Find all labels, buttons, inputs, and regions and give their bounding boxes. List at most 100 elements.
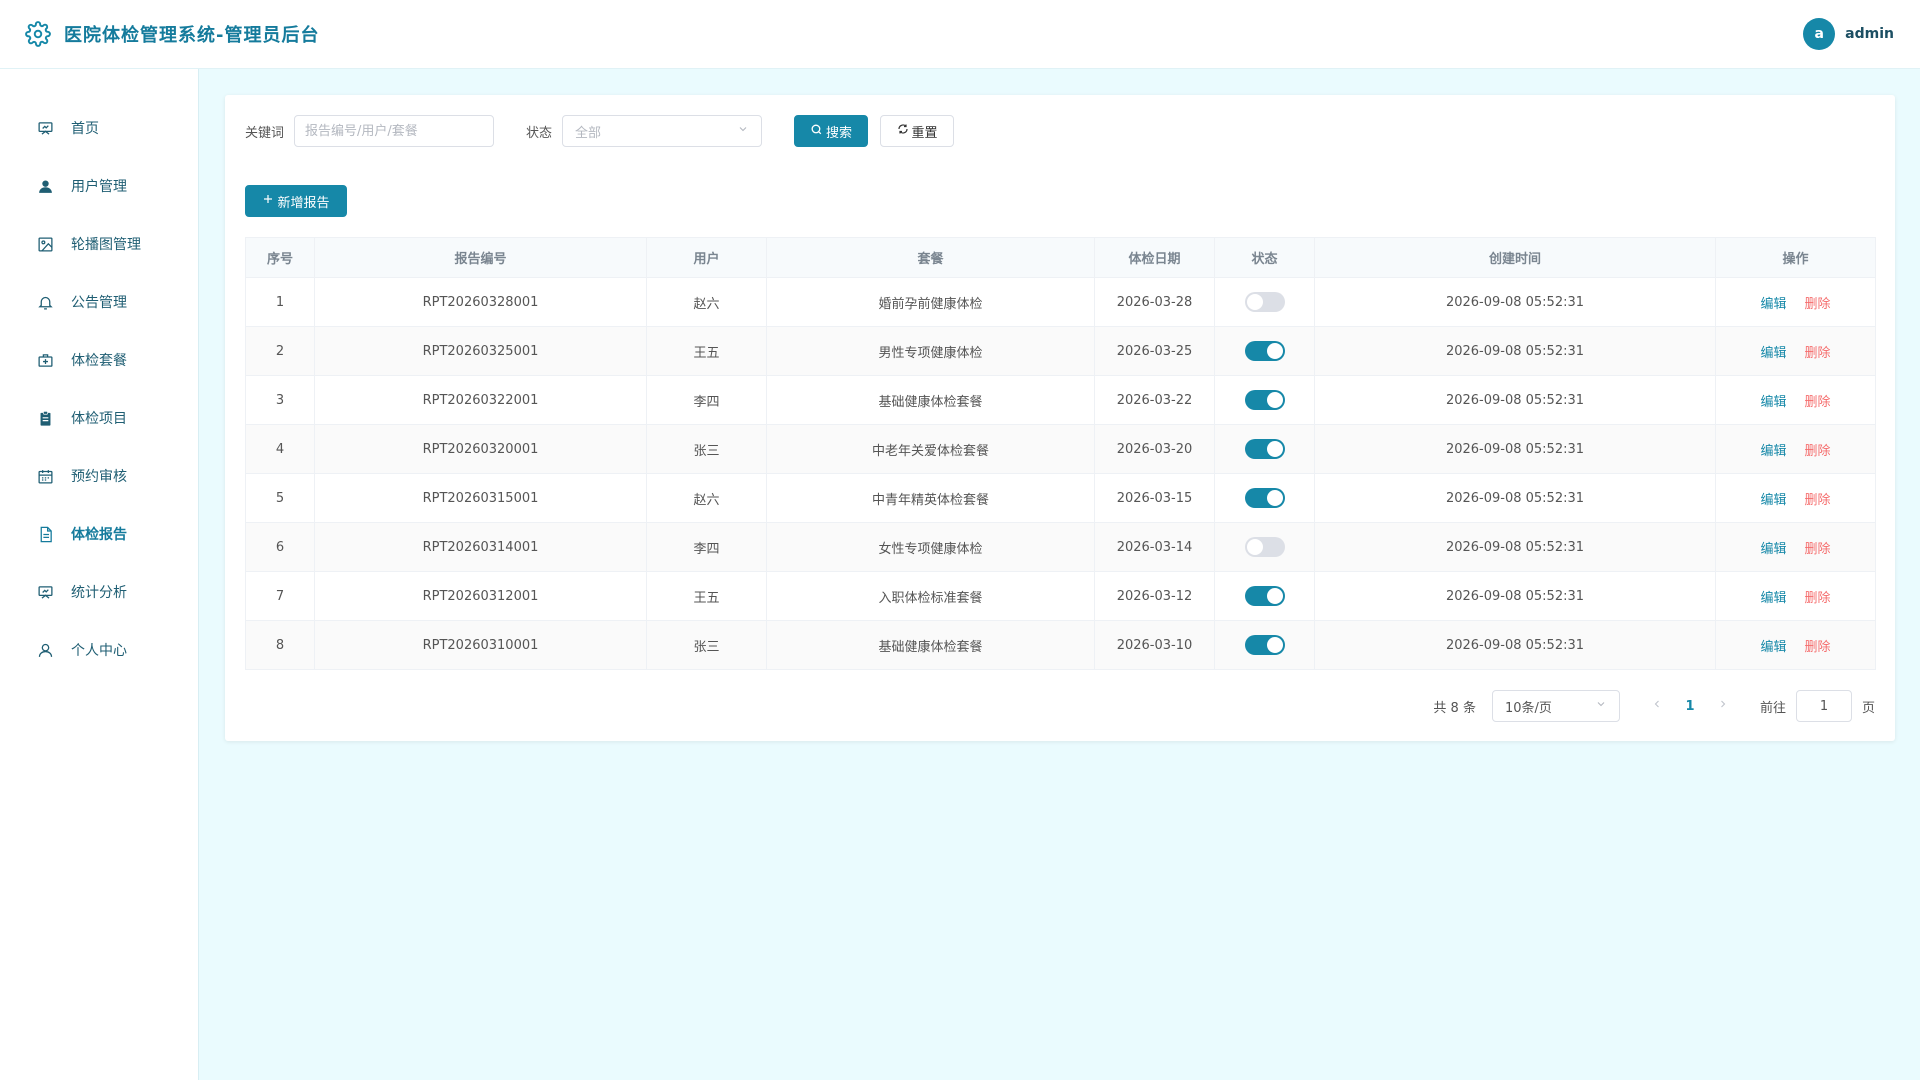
cell-package: 女性专项健康体检 [766, 522, 1095, 572]
sidebar-item-notices[interactable]: 公告管理 [0, 273, 198, 331]
delete-link[interactable]: 删除 [1805, 640, 1831, 655]
sidebar-item-reports[interactable]: 体检报告 [0, 505, 198, 563]
switch-knob [1246, 294, 1263, 310]
cell-actions: 编辑 删除 [1715, 375, 1876, 425]
username[interactable]: admin [1845, 26, 1894, 42]
status-label: 状态 [526, 125, 553, 141]
add-report-button[interactable]: 新增报告 [245, 185, 347, 217]
table-row: 7 RPT20260312001 王五 入职体检标准套餐 2026-03-12 … [245, 571, 1876, 621]
edit-link[interactable]: 编辑 [1760, 395, 1786, 410]
cell-user: 李四 [646, 375, 767, 425]
delete-link[interactable]: 删除 [1805, 297, 1831, 312]
avatar[interactable]: a [1803, 18, 1836, 50]
status-switch[interactable] [1244, 586, 1285, 606]
goto-label: 前往 [1759, 700, 1786, 716]
cell-report-no: RPT20260312001 [314, 571, 647, 621]
page-size-select[interactable]: 10条/页 [1491, 690, 1620, 722]
cell-report-no: RPT20260325001 [314, 326, 647, 376]
cell-created: 2026-09-08 05:52:31 [1314, 375, 1716, 425]
sidebar-item-label: 首页 [71, 121, 99, 137]
edit-link[interactable]: 编辑 [1760, 591, 1786, 606]
status-switch[interactable] [1244, 537, 1285, 557]
status-switch[interactable] [1244, 341, 1285, 361]
edit-link[interactable]: 编辑 [1760, 493, 1786, 508]
sidebar-item-packages[interactable]: 体检套餐 [0, 331, 198, 389]
sidebar-item-label: 预约审核 [71, 469, 127, 485]
status-select-value: 全部 [575, 125, 602, 141]
cell-index: 4 [245, 424, 315, 474]
sidebar-item-users[interactable]: 用户管理 [0, 157, 198, 215]
document-icon [36, 525, 54, 543]
delete-link[interactable]: 删除 [1805, 542, 1831, 557]
cell-status [1214, 620, 1315, 670]
cell-date: 2026-03-20 [1094, 424, 1215, 474]
clipboard-icon [36, 409, 54, 427]
cell-date: 2026-03-22 [1094, 375, 1215, 425]
table-row: 8 RPT20260310001 张三 基础健康体检套餐 2026-03-10 … [245, 620, 1876, 670]
status-switch[interactable] [1244, 292, 1285, 312]
cell-created: 2026-09-08 05:52:31 [1314, 571, 1716, 621]
page-suffix: 页 [1861, 700, 1875, 716]
bell-icon [36, 293, 54, 311]
cell-report-no: RPT20260322001 [314, 375, 647, 425]
sidebar-item-profile[interactable]: 个人中心 [0, 621, 198, 679]
keyword-input[interactable] [294, 115, 495, 147]
sidebar-item-carousel[interactable]: 轮播图管理 [0, 215, 198, 273]
cell-actions: 编辑 删除 [1715, 473, 1876, 523]
edit-link[interactable]: 编辑 [1760, 346, 1786, 361]
cell-actions: 编辑 删除 [1715, 620, 1876, 670]
cell-date: 2026-03-15 [1094, 473, 1215, 523]
cell-created: 2026-09-08 05:52:31 [1314, 473, 1716, 523]
sidebar-item-appointments[interactable]: 预约审核 [0, 447, 198, 505]
edit-link[interactable]: 编辑 [1760, 542, 1786, 557]
status-switch[interactable] [1244, 635, 1285, 655]
cell-date: 2026-03-28 [1094, 277, 1215, 327]
switch-knob [1246, 539, 1263, 555]
prev-page-button[interactable] [1644, 698, 1670, 714]
cell-created: 2026-09-08 05:52:31 [1314, 277, 1716, 327]
edit-link[interactable]: 编辑 [1760, 640, 1786, 655]
col-header-package: 套餐 [766, 237, 1095, 278]
cell-report-no: RPT20260314001 [314, 522, 647, 572]
col-header-report-no: 报告编号 [314, 237, 647, 278]
status-select[interactable]: 全部 [562, 115, 763, 147]
cell-package: 男性专项健康体检 [766, 326, 1095, 376]
status-switch[interactable] [1244, 488, 1285, 508]
goto-page-input[interactable] [1795, 690, 1852, 722]
chevron-left-icon [1654, 700, 1659, 708]
medical-kit-icon [36, 351, 54, 369]
reset-button[interactable]: 重置 [880, 115, 955, 147]
cell-index: 2 [245, 326, 315, 376]
next-page-button[interactable] [1710, 698, 1736, 714]
status-switch[interactable] [1244, 390, 1285, 410]
cell-user: 李四 [646, 522, 767, 572]
edit-link[interactable]: 编辑 [1760, 297, 1786, 312]
chevron-down-icon [737, 123, 749, 139]
page-number[interactable]: 1 [1670, 699, 1710, 714]
table-row: 1 RPT20260328001 赵六 婚前孕前健康体检 2026-03-28 … [245, 277, 1876, 327]
switch-knob [1266, 392, 1283, 408]
cell-user: 张三 [646, 424, 767, 474]
search-button[interactable]: 搜索 [794, 115, 869, 147]
user-menu[interactable]: a admin [1803, 18, 1894, 50]
delete-link[interactable]: 删除 [1805, 346, 1831, 361]
sidebar-item-items[interactable]: 体检项目 [0, 389, 198, 447]
sidebar-item-home[interactable]: 首页 [0, 99, 198, 157]
delete-link[interactable]: 删除 [1805, 591, 1831, 606]
delete-link[interactable]: 删除 [1805, 444, 1831, 459]
delete-link[interactable]: 删除 [1805, 493, 1831, 508]
status-switch[interactable] [1244, 439, 1285, 459]
cell-report-no: RPT20260310001 [314, 620, 647, 670]
cell-package: 基础健康体检套餐 [766, 375, 1095, 425]
col-header-date: 体检日期 [1094, 237, 1215, 278]
cell-created: 2026-09-08 05:52:31 [1314, 424, 1716, 474]
sidebar-item-label: 用户管理 [71, 179, 127, 195]
sidebar-item-statistics[interactable]: 统计分析 [0, 563, 198, 621]
top-header: 医院体检管理系统-管理员后台 a admin [0, 0, 1920, 69]
cell-index: 8 [245, 620, 315, 670]
cell-index: 3 [245, 375, 315, 425]
delete-link[interactable]: 删除 [1805, 395, 1831, 410]
cell-actions: 编辑 删除 [1715, 571, 1876, 621]
edit-link[interactable]: 编辑 [1760, 444, 1786, 459]
chevron-down-icon [1595, 698, 1607, 714]
